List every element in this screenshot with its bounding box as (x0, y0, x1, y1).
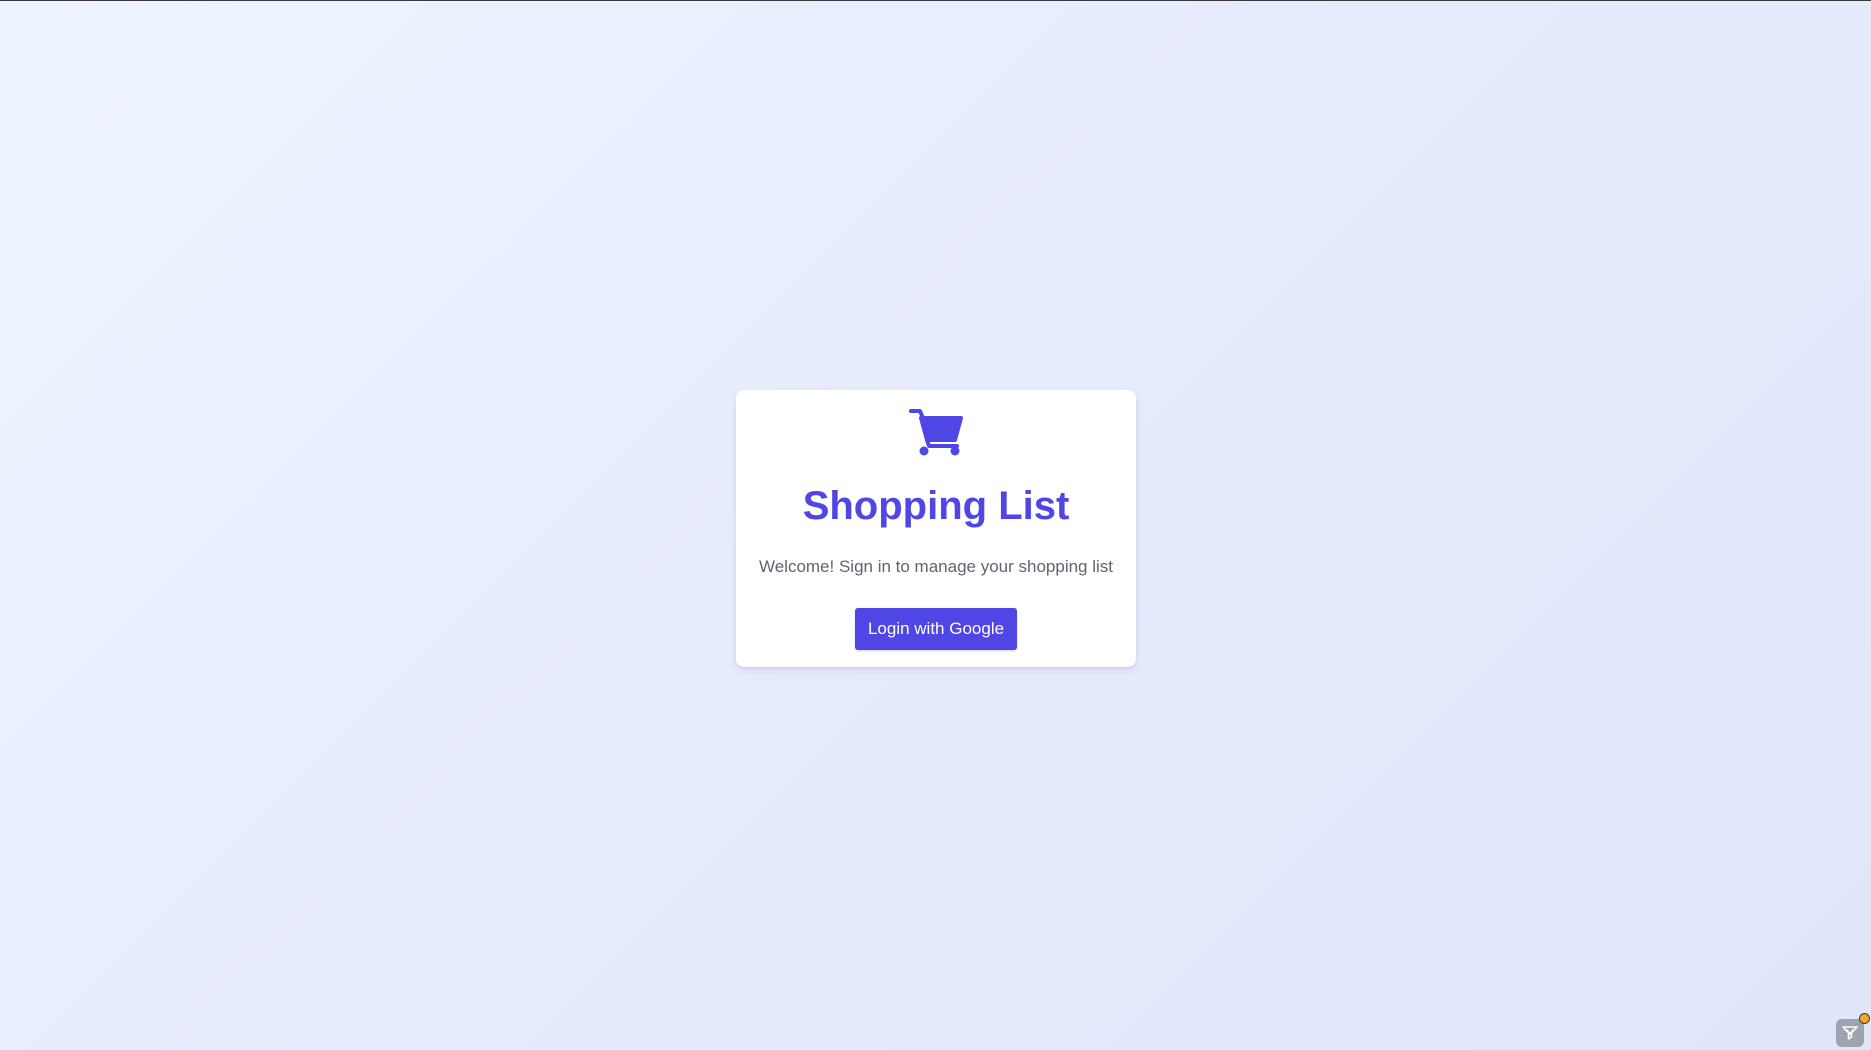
corner-extension-button[interactable] (1836, 1019, 1864, 1047)
shopping-cart-icon (909, 408, 963, 456)
app-title: Shopping List (802, 484, 1070, 528)
notification-badge (1859, 1013, 1870, 1024)
login-card: Shopping List Welcome! Sign in to manage… (736, 390, 1136, 667)
download-filter-icon (1842, 1026, 1858, 1040)
welcome-message: Welcome! Sign in to manage your shopping… (758, 557, 1114, 576)
login-with-google-button[interactable]: Login with Google (855, 608, 1017, 650)
